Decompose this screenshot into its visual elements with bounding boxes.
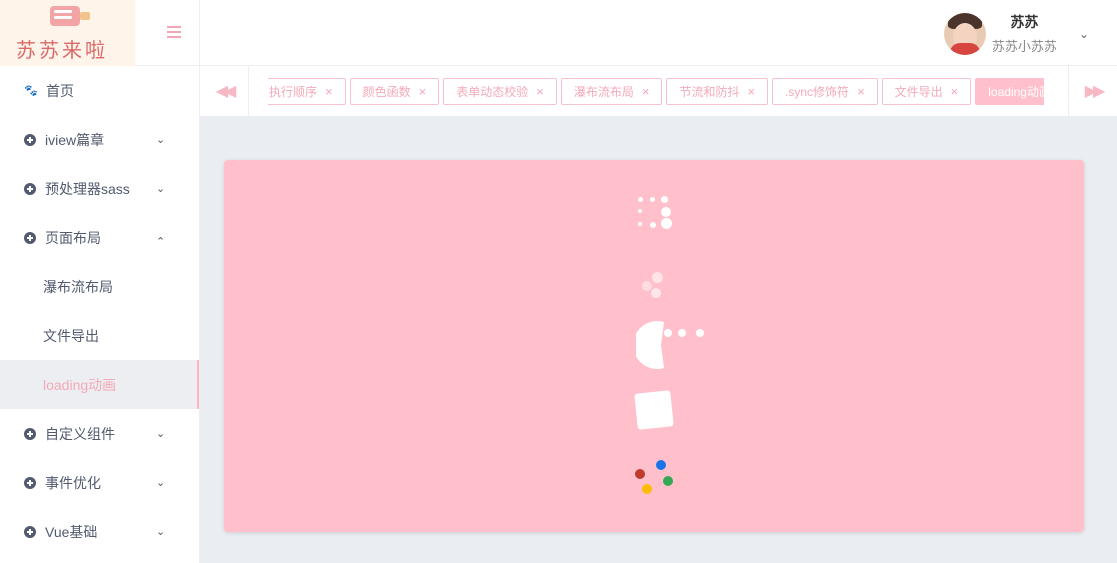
close-icon[interactable]: ×	[325, 84, 333, 99]
sidebar-item-label: 自定义组件	[45, 425, 115, 442]
sidebar-item-iview[interactable]: iview篇章 ⌄	[0, 115, 199, 164]
user-subtitle: 苏苏小苏苏	[991, 39, 1057, 54]
sidebar-subitem-file-export[interactable]: 文件导出	[0, 311, 199, 360]
paw-icon: 🐾	[24, 85, 38, 97]
user-menu[interactable]: 苏苏 苏苏小苏苏 ⌄	[943, 12, 1089, 55]
logo: 苏苏来啦	[0, 0, 135, 66]
pacman-loader	[633, 320, 716, 370]
logo-bar: 苏苏来啦	[0, 0, 199, 66]
sidebar-item-label: 首页	[46, 82, 74, 99]
circle-plus-icon	[24, 133, 36, 146]
circle-plus-icon	[24, 182, 36, 195]
chevron-down-icon: ⌄	[156, 428, 166, 440]
close-icon[interactable]: ×	[642, 84, 650, 99]
chevron-up-icon: ⌃	[156, 236, 166, 248]
sidebar-item-custom-components[interactable]: 自定义组件 ⌄	[0, 409, 199, 458]
bottle-icon	[50, 5, 90, 26]
sidebar-item-sass[interactable]: 预处理器sass ⌄	[0, 164, 199, 213]
tab-form-validation[interactable]: 表单动态校验 ×	[443, 78, 557, 105]
tab-color-functions[interactable]: 颜色函数 ×	[349, 78, 440, 105]
tab-execution-order[interactable]: 执行顺序 ×	[268, 78, 346, 105]
tab-file-export[interactable]: 文件导出 ×	[881, 78, 972, 105]
square-loader	[634, 390, 674, 430]
scroll-left-icon[interactable]: ◀◀	[200, 66, 249, 116]
main-content	[200, 117, 1117, 563]
top-header: 苏苏 苏苏小苏苏 ⌄	[200, 0, 1117, 66]
close-icon[interactable]: ×	[857, 84, 865, 99]
circle-plus-icon	[24, 476, 36, 489]
sidebar-item-home[interactable]: 🐾 首页	[0, 66, 199, 115]
colored-dots-loader	[632, 458, 682, 498]
tabs-track: 执行顺序 × 颜色函数 × 表单动态校验 × 瀑布流布局 × 节流和防抖 × .sync修…	[268, 78, 1044, 105]
tab-loading-animation[interactable]: loading动画	[975, 78, 1044, 105]
dot-grid-loader	[636, 195, 676, 235]
circle-plus-icon	[24, 525, 36, 538]
sidebar-item-label: 预处理器sass	[45, 180, 130, 197]
menu-toggle-icon[interactable]	[167, 26, 181, 38]
tabs-bar: ◀◀ 执行顺序 × 颜色函数 × 表单动态校验 × 瀑布流布局 × 节流和防抖 × .sy…	[200, 66, 1117, 117]
sidebar-item-label: Vue基础	[45, 523, 98, 540]
chevron-down-icon: ⌄	[156, 134, 166, 146]
user-info: 苏苏 苏苏小苏苏	[992, 12, 1057, 55]
sidebar-subitem-waterfall[interactable]: 瀑布流布局	[0, 262, 199, 311]
tabs-viewport: 执行顺序 × 颜色函数 × 表单动态校验 × 瀑布流布局 × 节流和防抖 × .sync修…	[268, 78, 1044, 105]
close-icon[interactable]: ×	[747, 84, 755, 99]
scroll-right-icon[interactable]: ▶▶	[1068, 66, 1117, 116]
tab-waterfall[interactable]: 瀑布流布局 ×	[560, 78, 663, 105]
avatar[interactable]	[943, 12, 986, 55]
loading-card	[224, 160, 1084, 532]
sidebar-item-label: iview篇章	[45, 131, 105, 148]
user-name: 苏苏	[1010, 14, 1039, 30]
close-icon[interactable]: ×	[419, 84, 427, 99]
close-icon[interactable]: ×	[951, 84, 959, 99]
fading-dots-loader	[639, 272, 669, 302]
sidebar-item-event-optimization[interactable]: 事件优化 ⌄	[0, 458, 199, 507]
circle-plus-icon	[24, 427, 36, 440]
chevron-down-icon: ⌄	[156, 526, 166, 538]
chevron-down-icon[interactable]: ⌄	[1079, 27, 1089, 41]
sidebar-item-label: 页面布局	[45, 229, 101, 246]
sidebar-subitem-loading[interactable]: loading动画	[0, 360, 199, 409]
chevron-down-icon: ⌄	[156, 477, 166, 489]
sidebar-item-vue-basics[interactable]: Vue基础 ⌄	[0, 507, 199, 556]
sidebar-menu: 🐾 首页 iview篇章 ⌄ 预处理器sass ⌄ 页面布局 ⌃ 瀑布流布局 文…	[0, 66, 199, 556]
tab-throttle-debounce[interactable]: 节流和防抖 ×	[666, 78, 769, 105]
chevron-down-icon: ⌄	[156, 183, 166, 195]
tab-sync-modifier[interactable]: .sync修饰符 ×	[772, 78, 878, 105]
circle-plus-icon	[24, 231, 36, 244]
sidebar-item-label: 事件优化	[45, 474, 101, 491]
sidebar-item-layout[interactable]: 页面布局 ⌃	[0, 213, 199, 262]
close-icon[interactable]: ×	[536, 84, 544, 99]
logo-text: 苏苏来啦	[16, 37, 108, 62]
sidebar: 苏苏来啦 🐾 首页 iview篇章 ⌄ 预处理器sass ⌄ 页面布局 ⌃ 瀑布…	[0, 0, 200, 563]
